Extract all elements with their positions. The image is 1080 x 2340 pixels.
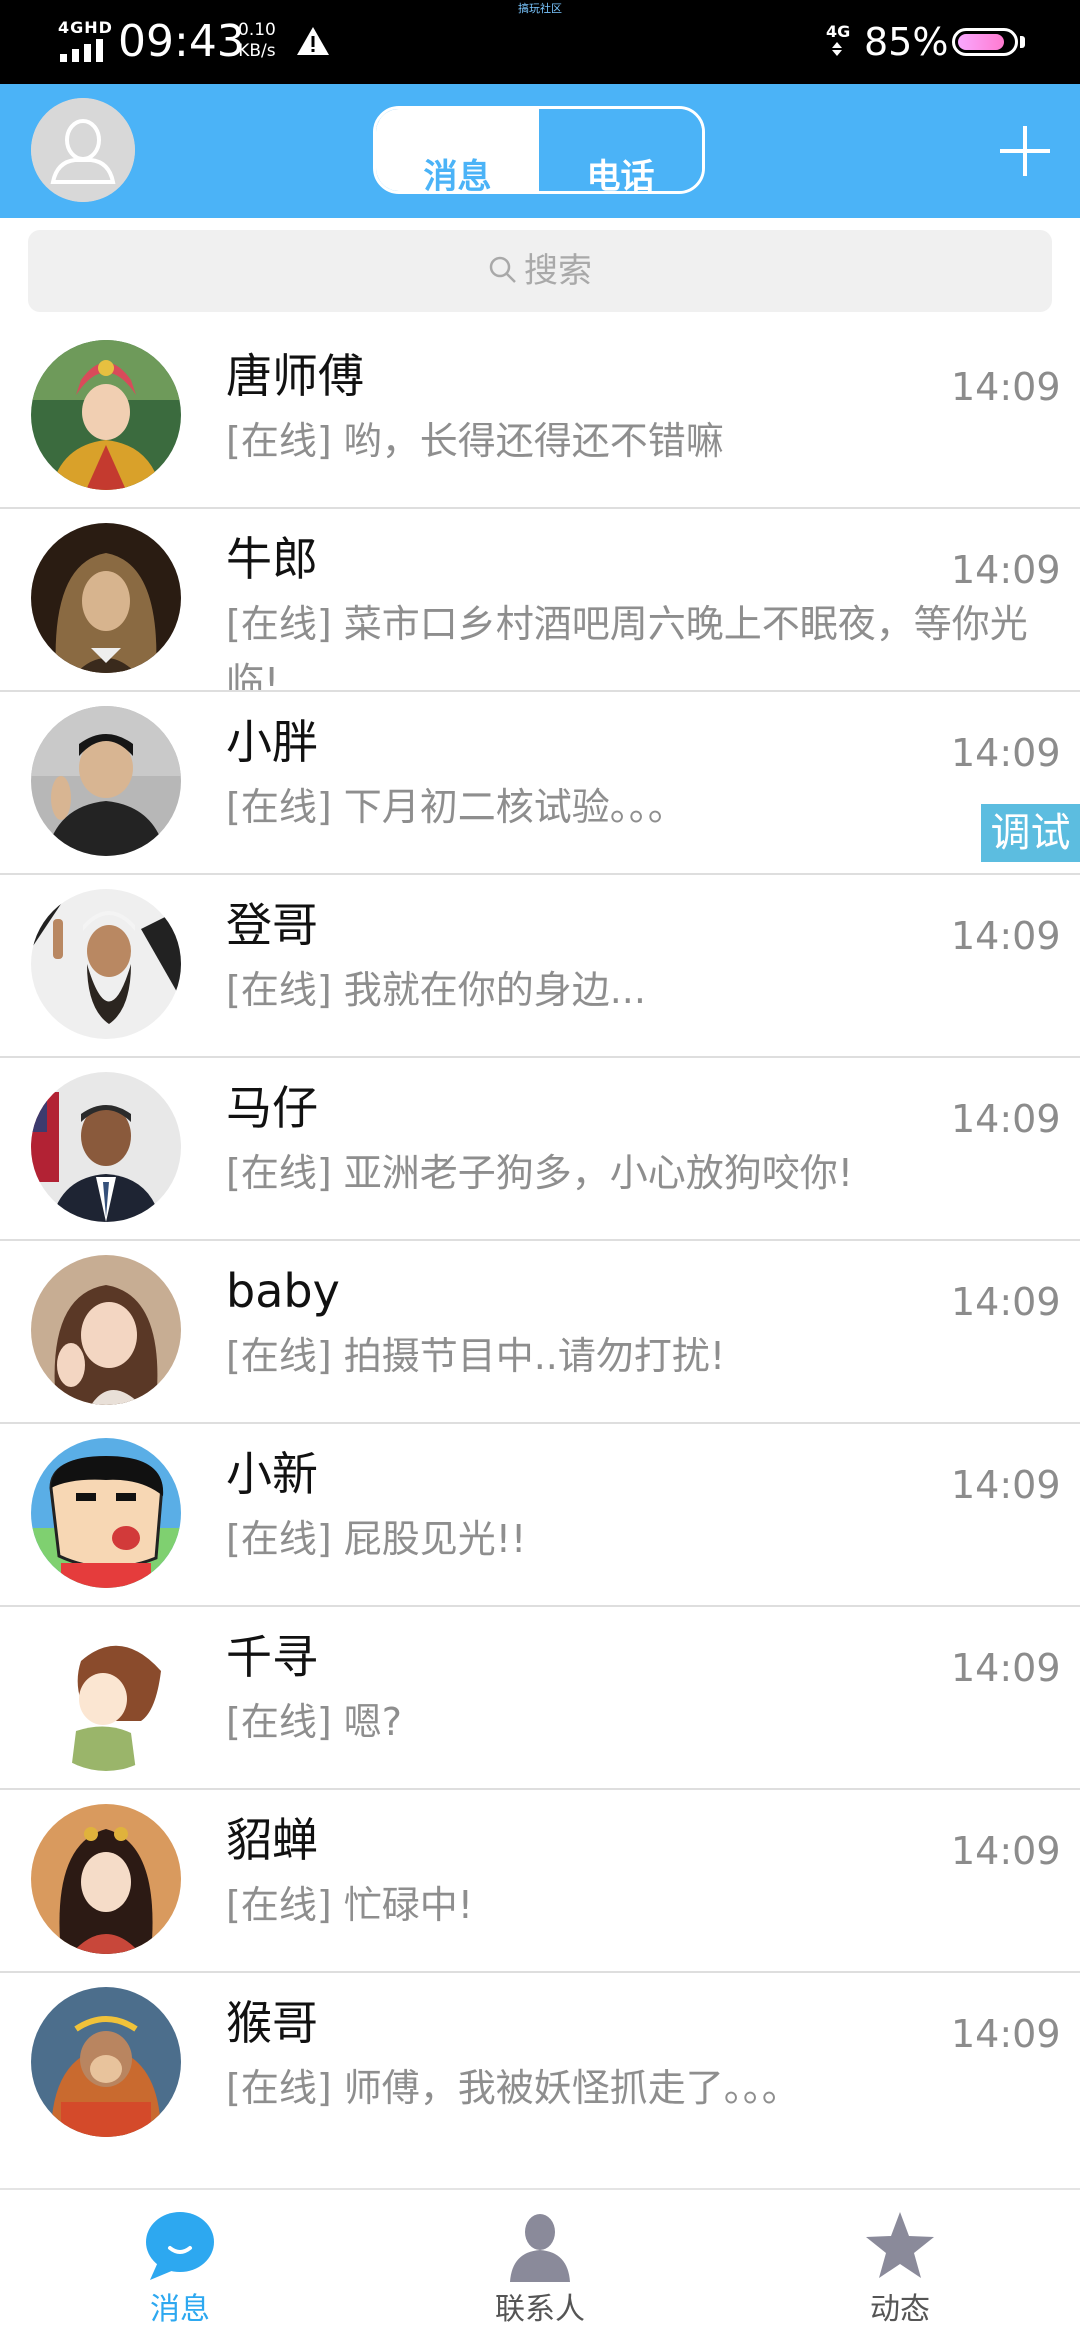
tab-contacts-label: 联系人: [495, 2292, 585, 2327]
conversation-row[interactable]: baby 14:09 [在线] 拍摄节目中..请勿打扰!: [0, 1241, 1080, 1424]
battery-tip: [1020, 36, 1025, 48]
avatar: [31, 889, 181, 1039]
avatar: [31, 1438, 181, 1588]
battery-level: [958, 34, 1004, 50]
mobile-data-icon: 4G: [826, 22, 856, 58]
message-time: 14:09: [951, 1097, 1061, 1141]
tab-contacts[interactable]: 联系人: [440, 2190, 640, 2340]
signal-icon: 4GHD: [58, 18, 112, 62]
message-preview: [在线] 下月初二核试验。。。: [226, 785, 686, 829]
message-preview: [在线] 亚洲老子狗多，小心放狗咬你!: [226, 1151, 853, 1195]
contact-name: 唐师傅: [226, 349, 364, 403]
person-icon: [510, 2214, 570, 2282]
conversation-row[interactable]: 登哥 14:09 [在线] 我就在你的身边...: [0, 875, 1080, 1058]
user-silhouette-icon[interactable]: [31, 98, 135, 202]
tab-messages-bottom[interactable]: 消息: [80, 2190, 280, 2340]
search-icon: [489, 256, 516, 283]
conversation-row[interactable]: 马仔 14:09 [在线] 亚洲老子狗多，小心放狗咬你!: [0, 1058, 1080, 1241]
contact-name: 貂蝉: [226, 1813, 318, 1867]
star-icon: [866, 2212, 934, 2278]
message-preview: [在线] 我就在你的身边...: [226, 968, 646, 1012]
chat-bubble-icon: [146, 2212, 214, 2280]
message-time: 14:09: [951, 731, 1061, 775]
message-time: 14:09: [951, 548, 1061, 592]
contact-name: 千寻: [226, 1630, 318, 1684]
tab-moments[interactable]: 动态: [800, 2190, 1000, 2340]
app-header: 消息 电话: [0, 84, 1080, 218]
message-preview: [在线] 拍摄节目中..请勿打扰!: [226, 1334, 726, 1378]
conversation-row[interactable]: 貂蝉 14:09 [在线] 忙碌中!: [0, 1790, 1080, 1973]
contact-name: baby: [226, 1264, 340, 1318]
plus-icon[interactable]: [998, 124, 1052, 178]
mobile-data-label: 4G: [826, 22, 851, 41]
message-time: 14:09: [951, 1280, 1061, 1324]
search-bar: 搜索: [0, 218, 1080, 318]
tab-moments-label: 动态: [870, 2292, 930, 2327]
search-input[interactable]: 搜索: [28, 230, 1052, 312]
conversation-row[interactable]: 小新 14:09 [在线] 屁股见光!!: [0, 1424, 1080, 1607]
conversation-row[interactable]: 猴哥 14:09 [在线] 师傅，我被妖怪抓走了。。。: [0, 1973, 1080, 2148]
tab-calls-label: 电话: [586, 157, 655, 191]
avatar: [31, 1255, 181, 1405]
message-time: 14:09: [951, 914, 1061, 958]
message-time: 14:09: [951, 1829, 1061, 1873]
status-time: 09:43: [118, 16, 245, 67]
status-bar: 4GHD 09:43 0.10 KB/s 搞玩社区 4G 85%: [0, 0, 1080, 84]
avatar: [31, 1072, 181, 1222]
conversation-row[interactable]: 小胖 14:09 [在线] 下月初二核试验。。。: [0, 692, 1080, 875]
status-top-text: 搞玩社区: [518, 2, 562, 15]
message-time: 14:09: [951, 1646, 1061, 1690]
search-placeholder: 搜索: [524, 251, 592, 291]
avatar: [31, 706, 181, 856]
battery-icon: [952, 28, 1018, 56]
message-time: 14:09: [951, 2012, 1061, 2056]
avatar: [31, 1621, 181, 1771]
avatar: [31, 523, 181, 673]
tab-messages-label-bottom: 消息: [150, 2292, 210, 2327]
avatar: [31, 1804, 181, 1954]
contact-name: 小新: [226, 1447, 318, 1501]
conversation-row[interactable]: 千寻 14:09 [在线] 嗯?: [0, 1607, 1080, 1790]
network-speed-value: 0.10: [238, 20, 276, 40]
message-preview: [在线] 屁股见光!!: [226, 1517, 527, 1561]
message-time: 14:09: [951, 1463, 1061, 1507]
conversation-list: 唐师傅 14:09 [在线] 哟，长得还得还不错嘛 牛郎 14:09 [在线] …: [0, 326, 1080, 2148]
message-preview: [在线] 嗯?: [226, 1700, 402, 1744]
message-preview: [在线] 哟，长得还得还不错嘛: [226, 419, 724, 463]
tab-messages-label: 消息: [423, 157, 492, 191]
message-call-switch: 消息 电话: [373, 106, 705, 194]
tab-calls[interactable]: 电话: [539, 109, 702, 191]
avatar: [31, 340, 181, 490]
warning-icon: [297, 27, 329, 55]
network-speed: 0.10 KB/s: [238, 20, 276, 62]
bottom-tab-bar: 消息 联系人 动态: [0, 2188, 1080, 2340]
debug-badge[interactable]: 调试: [981, 804, 1080, 862]
conversation-row[interactable]: 牛郎 14:09 [在线] 菜市口乡村酒吧周六晚上不眠夜，等你光临!: [0, 509, 1080, 692]
message-preview: [在线] 菜市口乡村酒吧周六晚上不眠夜，等你光临!: [226, 602, 1028, 692]
battery-percent: 85%: [864, 20, 949, 64]
avatar: [31, 1987, 181, 2137]
tab-messages[interactable]: 消息: [376, 109, 539, 191]
contact-name: 牛郎: [226, 532, 318, 586]
message-preview: [在线] 师傅，我被妖怪抓走了。。。: [226, 2066, 800, 2110]
contact-name: 马仔: [226, 1081, 318, 1135]
message-time: 14:09: [951, 365, 1061, 409]
contact-name: 小胖: [226, 715, 318, 769]
message-preview: [在线] 忙碌中!: [226, 1883, 473, 1927]
network-type: 4GHD: [58, 18, 113, 37]
network-speed-unit: KB/s: [238, 41, 276, 61]
conversation-row[interactable]: 唐师傅 14:09 [在线] 哟，长得还得还不错嘛: [0, 326, 1080, 509]
contact-name: 登哥: [226, 898, 318, 952]
contact-name: 猴哥: [226, 1996, 318, 2050]
